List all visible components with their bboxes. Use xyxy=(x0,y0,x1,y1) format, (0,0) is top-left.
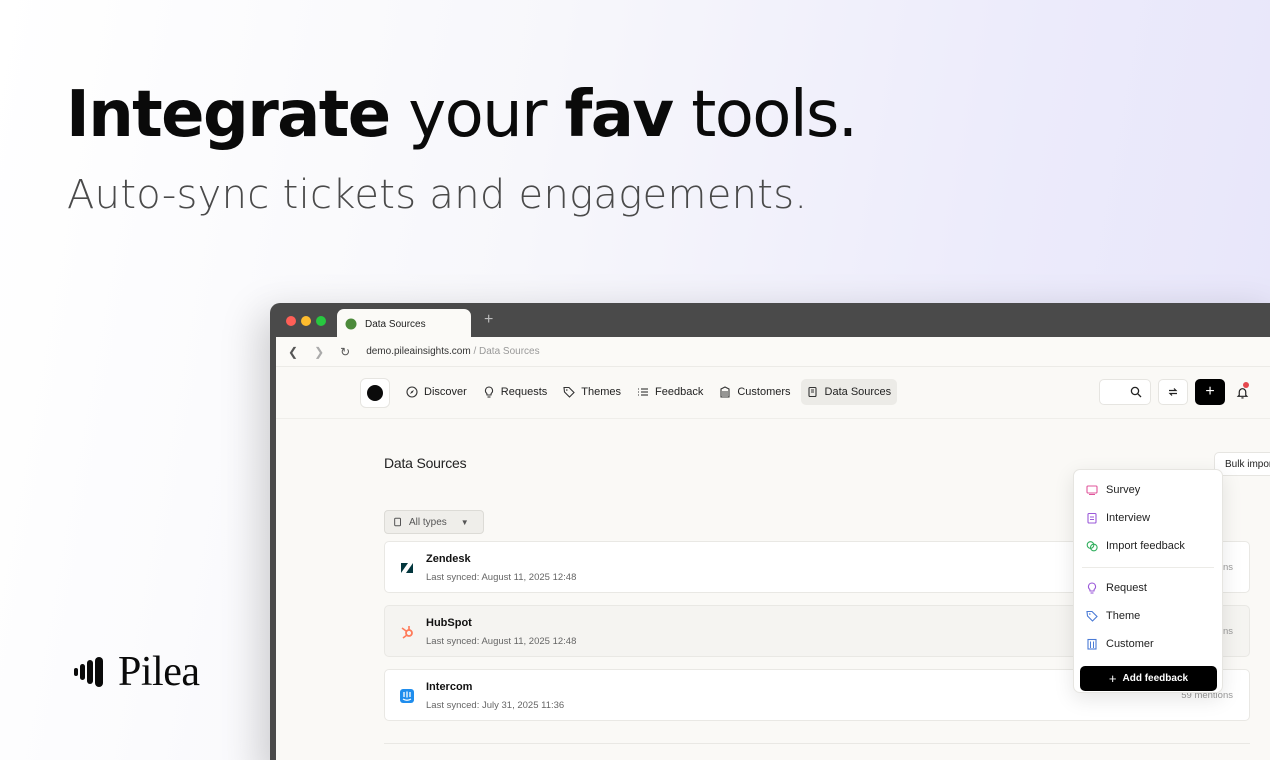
hero-title-integrate: Integrate xyxy=(66,78,391,152)
hero-subtitle: Auto-sync tickets and engagements. xyxy=(67,172,808,218)
page-title: Data Sources xyxy=(384,455,467,471)
menu-label: Import feedback xyxy=(1106,540,1185,552)
minimize-window-button[interactable] xyxy=(301,316,311,326)
menu-item-survey[interactable]: Survey xyxy=(1086,484,1140,496)
tag-icon xyxy=(1086,610,1098,622)
menu-divider xyxy=(1082,567,1214,568)
search-button[interactable] xyxy=(1099,379,1151,405)
menu-label: Survey xyxy=(1106,484,1141,496)
menu-item-customer[interactable]: Customer xyxy=(1086,638,1154,650)
source-name: HubSpot xyxy=(426,617,472,629)
notification-badge xyxy=(1243,382,1249,388)
building-icon xyxy=(720,386,730,398)
source-last-synced: Last synced: August 11, 2025 12:48 xyxy=(426,572,577,583)
chevron-down-icon: ▼ xyxy=(460,517,469,527)
source-last-synced: Last synced: August 11, 2025 12:48 xyxy=(426,636,577,647)
source-last-synced: Last synced: July 31, 2025 11:36 xyxy=(426,700,565,711)
intercom-icon xyxy=(400,689,414,703)
hero-title-your: your xyxy=(389,78,565,152)
list-icon xyxy=(638,388,649,396)
nav-label: Themes xyxy=(581,386,622,398)
plus-icon: + xyxy=(1108,671,1117,686)
nav-label: Data Sources xyxy=(824,386,892,398)
notifications-button[interactable] xyxy=(1232,382,1252,402)
sync-icon xyxy=(1168,388,1178,396)
add-dropdown-menu: Survey Interview Import feedback Request… xyxy=(1073,469,1223,693)
database-icon xyxy=(394,517,401,527)
app-logo-icon xyxy=(367,385,383,401)
source-name: Intercom xyxy=(426,681,473,693)
browser-window: Data Sources + ❮ ❯ ↻ demo.pileainsights.… xyxy=(270,303,1270,760)
nav-item-data-sources[interactable]: Data Sources xyxy=(800,379,898,405)
browser-titlebar: Data Sources + xyxy=(270,303,1270,339)
hero-title-fav: fav xyxy=(564,78,675,152)
reload-icon[interactable]: ↻ xyxy=(340,345,350,359)
hero-title-tools: tools. xyxy=(672,78,858,152)
app-content: Discover Requests Themes Feedback Custom… xyxy=(276,367,1270,760)
nav-item-requests[interactable]: Requests xyxy=(477,379,553,405)
close-window-button[interactable] xyxy=(286,316,296,326)
menu-item-interview[interactable]: Interview xyxy=(1086,512,1150,524)
app-logo-button[interactable] xyxy=(360,378,390,408)
new-tab-button[interactable]: + xyxy=(484,311,493,329)
nav-item-themes[interactable]: Themes xyxy=(557,379,627,405)
survey-icon xyxy=(1086,485,1098,495)
url-field[interactable]: demo.pileainsights.com / Data Sources xyxy=(366,346,539,357)
nav-label: Feedback xyxy=(655,386,704,398)
nav-item-customers[interactable]: Customers xyxy=(713,379,796,405)
list-divider xyxy=(384,743,1250,744)
menu-label: Theme xyxy=(1106,610,1141,622)
database-icon xyxy=(807,386,817,398)
url-host: demo.pileainsights.com xyxy=(366,346,471,357)
nav-item-discover[interactable]: Discover xyxy=(400,379,473,405)
hubspot-icon xyxy=(401,626,413,639)
address-bar: ❮ ❯ ↻ demo.pileainsights.com / Data Sour… xyxy=(276,337,1270,367)
type-filter-dropdown[interactable]: All types ▼ xyxy=(384,510,484,534)
top-navigation: Discover Requests Themes Feedback Custom… xyxy=(276,367,1270,419)
filter-label: All types xyxy=(409,516,447,528)
forward-arrow-icon[interactable]: ❯ xyxy=(314,345,324,359)
menu-label: Request xyxy=(1106,582,1147,594)
menu-item-request[interactable]: Request xyxy=(1086,582,1147,594)
lightbulb-icon xyxy=(1087,582,1097,594)
sync-button[interactable] xyxy=(1158,379,1188,405)
clipboard-icon xyxy=(1087,512,1097,524)
nav-items: Discover Requests Themes Feedback Custom… xyxy=(400,379,898,405)
leaf-favicon-icon xyxy=(345,318,357,330)
menu-item-import-feedback[interactable]: Import feedback xyxy=(1086,540,1185,552)
tab-title: Data Sources xyxy=(365,318,426,330)
brand-logo: Pilea xyxy=(74,648,200,696)
add-feedback-label: Add feedback xyxy=(1122,673,1189,684)
add-feedback-button[interactable]: + Add feedback xyxy=(1080,666,1217,691)
maximize-window-button[interactable] xyxy=(316,316,326,326)
nav-item-feedback[interactable]: Feedback xyxy=(631,379,709,405)
brand-wordmark: Pilea xyxy=(118,649,200,695)
building-icon xyxy=(1087,638,1097,650)
menu-label: Interview xyxy=(1106,512,1151,524)
zendesk-icon xyxy=(401,563,413,573)
browser-tab[interactable]: Data Sources xyxy=(337,309,471,339)
nav-label: Discover xyxy=(424,386,467,398)
menu-label: Customer xyxy=(1106,638,1154,650)
toolbar-right: + xyxy=(1099,379,1252,405)
lightbulb-icon xyxy=(484,386,493,398)
tag-icon xyxy=(563,386,576,398)
compass-icon xyxy=(406,386,418,398)
url-path: / Data Sources xyxy=(470,346,540,357)
source-name: Zendesk xyxy=(426,553,471,565)
nav-label: Customers xyxy=(737,386,791,398)
menu-item-theme[interactable]: Theme xyxy=(1086,610,1140,622)
back-arrow-icon[interactable]: ❮ xyxy=(288,345,298,359)
pilea-logo-icon xyxy=(74,657,103,687)
hero-title: Integrate your fav tools. xyxy=(66,78,858,152)
add-button[interactable]: + xyxy=(1195,379,1225,405)
nav-label: Requests xyxy=(500,386,548,398)
chat-icon xyxy=(1086,541,1098,552)
search-icon xyxy=(1130,386,1142,398)
